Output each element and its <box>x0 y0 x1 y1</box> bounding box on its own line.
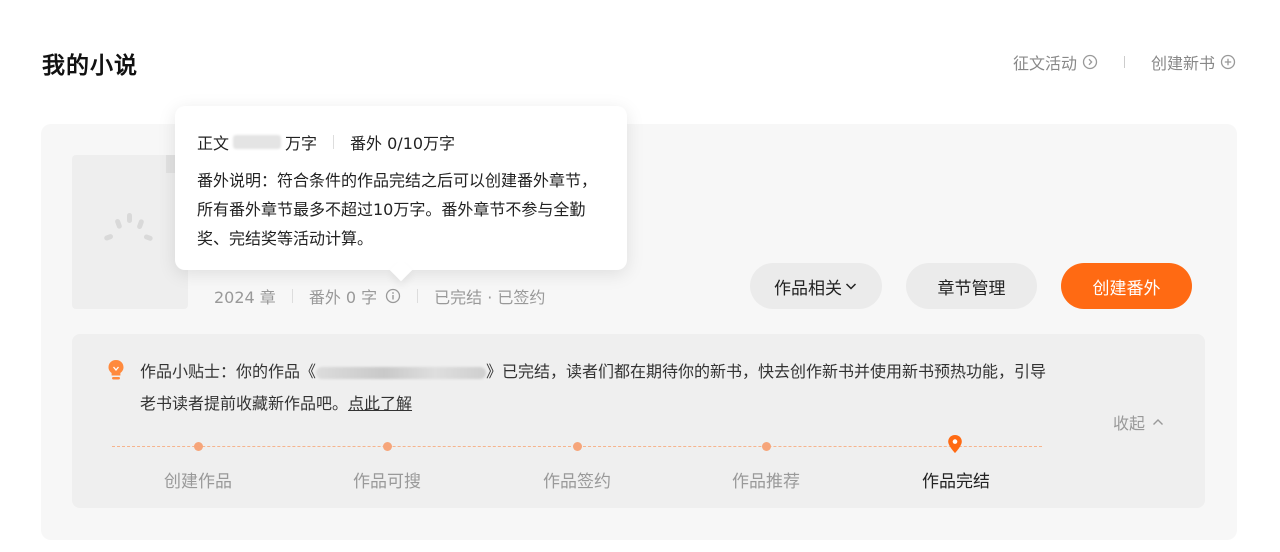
chapter-manage-button[interactable]: 章节管理 <box>906 263 1037 309</box>
progress-dot <box>383 442 392 451</box>
main-text-prefix: 正文 <box>197 134 230 153</box>
location-pin-icon <box>947 434 963 458</box>
chevron-down-icon <box>844 279 858 293</box>
tip-prefix: 作品小贴士：你的作品《 <box>140 362 317 381</box>
create-extra-label: 创建番外 <box>1092 278 1161 299</box>
tooltip-description: 番外说明：符合条件的作品完结之后可以创建番外章节，所有番外章节最多不超过10万字… <box>197 171 598 248</box>
word-count-tooltip: 正文 万字 番外 0/10万字 番外说明：符合条件的作品完结之后可以创建番外章节… <box>175 106 627 282</box>
plus-circle-icon <box>1220 54 1236 70</box>
blurred-book-title <box>316 366 487 379</box>
info-icon[interactable] <box>385 288 401 304</box>
tip-text: 作品小贴士：你的作品《 》已完结，读者们都在期待你的新书，快去创作新书并使用新书预… <box>140 356 1060 420</box>
progress-dot <box>573 442 582 451</box>
progress-dot <box>762 442 771 451</box>
top-links: 征文活动 创建新书 <box>1013 50 1236 74</box>
book-status: 已完结 · 已签约 <box>434 288 546 307</box>
contest-link-label: 征文活动 <box>1012 54 1077 73</box>
extra-limit: 番外 0/10万字 <box>350 134 456 153</box>
step-label-current: 作品完结 <box>922 472 990 492</box>
page: 我的小说 征文活动 创建新书 2024 章 番外 0 字 已完结 · 已签约 作… <box>0 0 1280 552</box>
lightbulb-icon <box>107 359 125 385</box>
collapse-button[interactable]: 收起 <box>1113 410 1165 434</box>
related-label: 作品相关 <box>774 278 842 299</box>
loading-icon <box>102 213 158 251</box>
chevron-right-circle-icon <box>1082 54 1098 70</box>
tooltip-divider <box>333 135 335 149</box>
collapse-label: 收起 <box>1113 414 1146 433</box>
extra-word-count: 番外 0 字 <box>308 288 378 307</box>
meta-divider <box>291 289 293 303</box>
create-book-link[interactable]: 创建新书 <box>1151 50 1236 74</box>
step-label: 作品可搜 <box>353 472 421 492</box>
chevron-up-icon <box>1151 415 1165 429</box>
progress-dot <box>194 442 203 451</box>
link-divider <box>1123 56 1125 68</box>
book-meta: 2024 章 番外 0 字 已完结 · 已签约 <box>214 284 545 308</box>
create-book-link-label: 创建新书 <box>1150 54 1215 73</box>
contest-link[interactable]: 征文活动 <box>1013 50 1098 74</box>
related-dropdown-button[interactable]: 作品相关 <box>750 263 882 309</box>
create-extra-button[interactable]: 创建番外 <box>1061 263 1192 309</box>
tips-panel: 作品小贴士：你的作品《 》已完结，读者们都在期待你的新书，快去创作新书并使用新书预… <box>72 334 1205 508</box>
page-title: 我的小说 <box>42 53 138 79</box>
step-label: 创建作品 <box>164 472 232 492</box>
blurred-word-count <box>233 135 282 149</box>
step-label: 作品签约 <box>543 472 611 492</box>
meta-divider <box>417 289 419 303</box>
tooltip-header: 正文 万字 番外 0/10万字 <box>197 130 455 154</box>
book-cover[interactable] <box>72 155 188 309</box>
main-text-suffix: 万字 <box>285 134 318 153</box>
chapter-manage-label: 章节管理 <box>937 278 1006 299</box>
step-label: 作品推荐 <box>732 472 800 492</box>
chapter-count: 2024 章 <box>214 288 276 307</box>
learn-more-link[interactable]: 点此了解 <box>348 394 412 413</box>
